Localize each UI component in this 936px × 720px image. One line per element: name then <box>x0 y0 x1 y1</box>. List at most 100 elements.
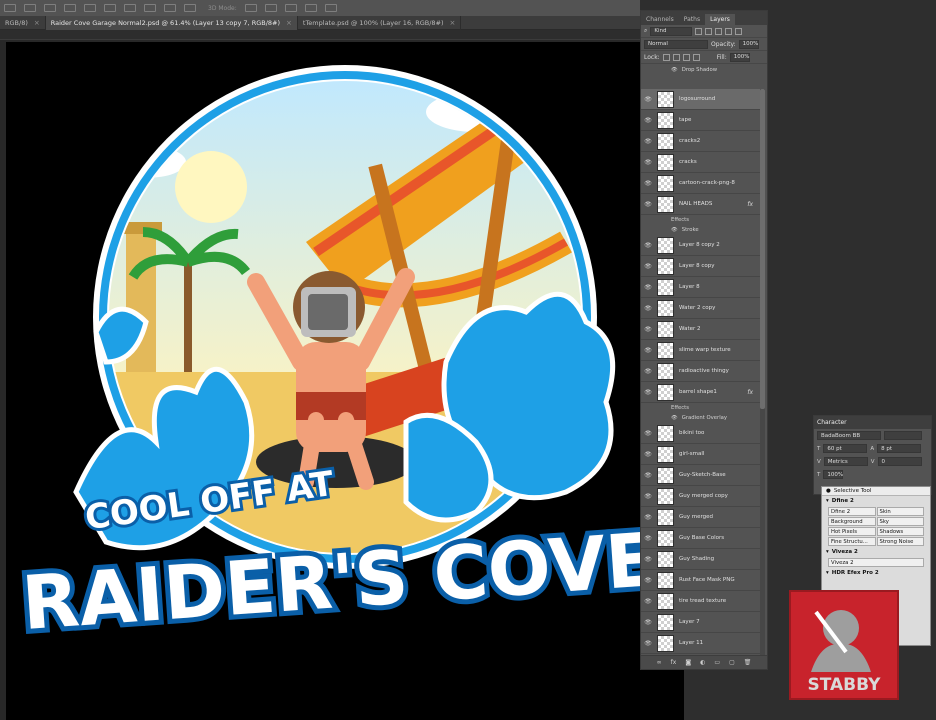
filter-type-icon[interactable] <box>715 27 723 35</box>
section-header[interactable]: ▾ Dfine 2 <box>822 496 930 506</box>
layer-row[interactable]: 👁 radioactive thingy <box>641 361 761 382</box>
section-header[interactable]: ▾ Viveza 2 <box>822 547 930 557</box>
font-style-select[interactable] <box>884 431 922 440</box>
layer-effect-row[interactable]: Effects <box>641 403 761 413</box>
filter-kind-select[interactable]: Kind <box>650 26 693 36</box>
eye-icon[interactable]: 👁 <box>641 284 655 291</box>
layer-row[interactable]: 👁 NAIL HEADS fx <box>641 194 761 215</box>
eye-icon[interactable]: 👁 <box>641 138 655 145</box>
align-center-icon[interactable] <box>84 4 96 12</box>
leading-input[interactable]: 8 pt <box>877 444 922 453</box>
layer-row[interactable]: 👁 Guy Base Colors <box>641 528 761 549</box>
document-tab[interactable]: RGB/8) × <box>0 16 46 30</box>
layer-row[interactable]: 👁 bikini too <box>641 423 761 444</box>
layer-row[interactable]: 👁 Layer 8 copy <box>641 256 761 277</box>
scroll-thumb[interactable] <box>760 89 765 409</box>
eye-icon[interactable]: 👁 <box>671 415 678 421</box>
align-left-icon[interactable] <box>64 4 76 12</box>
new-layer-icon[interactable]: ▢ <box>729 659 735 666</box>
eye-icon[interactable]: 👁 <box>641 326 655 333</box>
3d-pan-icon[interactable] <box>284 4 297 12</box>
filter-shape-icon[interactable] <box>725 27 733 35</box>
tab-paths[interactable]: Paths <box>679 14 705 25</box>
document-canvas[interactable]: COOL OFF AT RAIDER'S COVE <box>6 42 684 720</box>
viveza-button[interactable]: Viveza 2 <box>828 558 924 567</box>
layer-row[interactable]: 👁 barrel shape1 fx <box>641 382 761 403</box>
layer-row[interactable]: 👁 Guy merged <box>641 507 761 528</box>
fine-structure-button[interactable]: Fine Structu... <box>828 537 876 546</box>
skin-button[interactable]: Skin <box>876 507 924 516</box>
font-family-select[interactable]: BadaBoom BB <box>817 431 881 440</box>
layer-row[interactable]: 👁 slime warp texture <box>641 340 761 361</box>
eye-icon[interactable]: 👁 <box>641 598 655 605</box>
layer-effect-row[interactable]: 👁 Drop Shadow <box>641 64 767 75</box>
layer-row[interactable]: 👁 Water 2 copy <box>641 298 761 319</box>
layer-row[interactable]: 👁 Guy merged copy <box>641 486 761 507</box>
eye-icon[interactable]: 👁 <box>641 535 655 542</box>
eye-icon[interactable]: 👁 <box>641 347 655 354</box>
layer-row[interactable]: 👁 Rust Face Mask PNG <box>641 570 761 591</box>
3d-rotate-icon[interactable] <box>244 4 257 12</box>
layer-effect-row[interactable]: 👁 Gradient Overlay <box>641 413 761 423</box>
fx-badge[interactable]: fx <box>747 201 753 208</box>
eye-icon[interactable]: 👁 <box>641 472 655 479</box>
blend-mode-select[interactable]: Normal <box>644 39 708 49</box>
filter-adjustment-icon[interactable] <box>705 27 713 35</box>
eye-icon[interactable]: 👁 <box>671 227 678 233</box>
layer-row[interactable]: 👁 cartoon-crack-png-8 <box>641 173 761 194</box>
link-layers-icon[interactable]: ∞ <box>657 659 662 666</box>
hot-pixels-button[interactable]: Hot Pixels <box>828 527 876 536</box>
fx-icon[interactable]: fx <box>671 659 677 666</box>
layer-effect-row[interactable]: 👁 Stroke <box>641 225 761 235</box>
align-right-icon[interactable] <box>104 4 116 12</box>
eye-icon[interactable]: 👁 <box>641 96 655 103</box>
filter-smart-icon[interactable] <box>735 27 743 35</box>
trash-icon[interactable]: 🗑 <box>744 659 752 666</box>
eye-icon[interactable]: 👁 <box>641 493 655 500</box>
layer-row[interactable]: 👁 girl-small <box>641 444 761 465</box>
eye-icon[interactable]: 👁 <box>641 619 655 626</box>
tab-channels[interactable]: Channels <box>641 14 679 25</box>
filter-pixel-icon[interactable] <box>695 27 703 35</box>
layers-scrollbar[interactable] <box>760 89 765 659</box>
eye-icon[interactable]: 👁 <box>641 556 655 563</box>
eye-icon[interactable]: 👁 <box>641 159 655 166</box>
distribute-left-icon[interactable] <box>184 4 196 12</box>
opacity-input[interactable]: 100% <box>738 39 759 49</box>
close-icon[interactable]: × <box>34 19 40 27</box>
lock-image-icon[interactable] <box>672 53 680 61</box>
layer-row[interactable]: 👁 tape <box>641 110 761 131</box>
document-tab[interactable]: tTemplate.psd @ 100% (Layer 16, RGB/8#) × <box>298 16 462 30</box>
lock-position-icon[interactable] <box>682 53 690 61</box>
eye-icon[interactable]: 👁 <box>641 180 655 187</box>
layer-row[interactable]: 👁 Layer 11 <box>641 633 761 654</box>
layer-effect-row[interactable]: Effects <box>641 215 761 225</box>
dfine-button[interactable]: Dfine 2 <box>828 507 876 516</box>
vertical-scale-input[interactable]: 100% <box>823 470 844 479</box>
layer-row[interactable]: 👁 cracks <box>641 152 761 173</box>
layer-row[interactable]: 👁 Guy Shading <box>641 549 761 570</box>
align-top-icon[interactable] <box>4 4 16 12</box>
eye-icon[interactable]: 👁 <box>641 514 655 521</box>
layer-row[interactable]: 👁 cracks2 <box>641 131 761 152</box>
3d-scale-icon[interactable] <box>324 4 337 12</box>
eye-icon[interactable]: 👁 <box>641 577 655 584</box>
layer-row[interactable]: 👁 Layer 7 <box>641 612 761 633</box>
font-size-input[interactable]: 60 pt <box>823 444 868 453</box>
distribute-top-icon[interactable] <box>124 4 136 12</box>
lock-all-icon[interactable] <box>692 53 700 61</box>
eye-icon[interactable]: 👁 <box>641 242 655 249</box>
kerning-select[interactable]: Metrics <box>823 457 868 466</box>
fill-input[interactable]: 100% <box>729 52 750 62</box>
distribute-bottom-icon[interactable] <box>164 4 176 12</box>
section-header[interactable]: ▾ HDR Efex Pro 2 <box>822 568 930 578</box>
mask-icon[interactable]: ◙ <box>685 659 691 666</box>
eye-icon[interactable]: 👁 <box>641 389 655 396</box>
eye-icon[interactable]: 👁 <box>641 305 655 312</box>
eye-icon[interactable]: 👁 <box>641 201 655 208</box>
eye-icon[interactable]: 👁 <box>641 640 655 647</box>
eye-icon[interactable]: 👁 <box>641 368 655 375</box>
folder-icon[interactable]: ▭ <box>714 659 720 666</box>
3d-roll-icon[interactable] <box>264 4 277 12</box>
strong-noise-button[interactable]: Strong Noise <box>876 537 924 546</box>
